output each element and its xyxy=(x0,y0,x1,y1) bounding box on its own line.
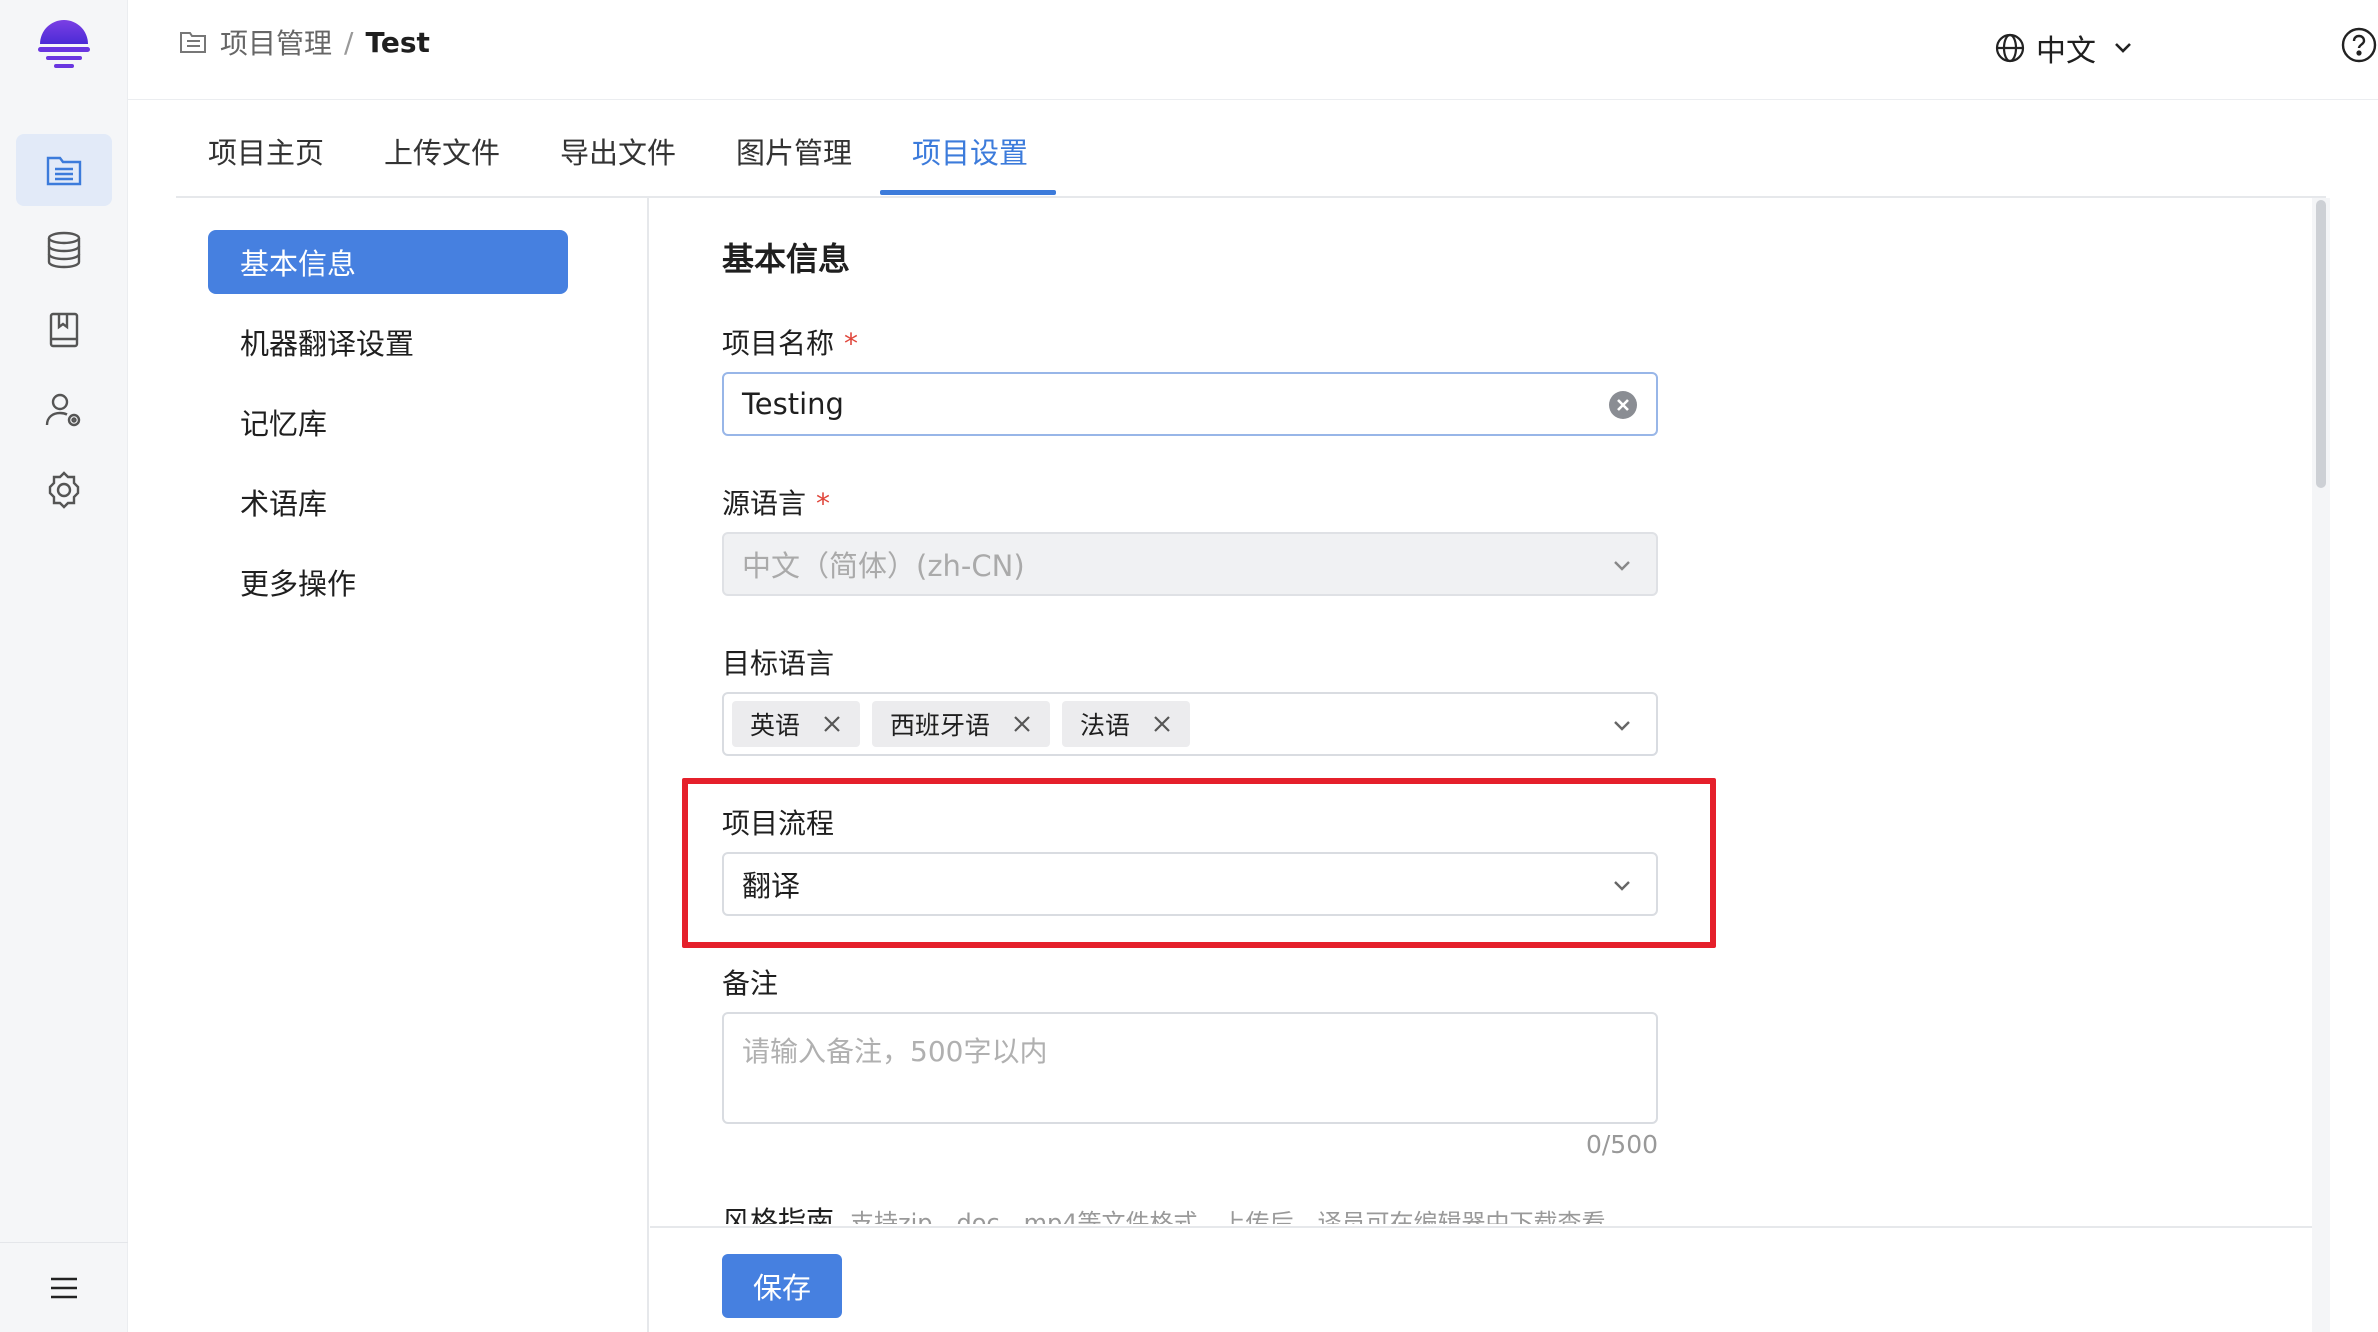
nav-projects[interactable] xyxy=(16,134,112,206)
project-tabs: 项目主页 上传文件 导出文件 图片管理 项目设置 xyxy=(176,100,2326,198)
rail-collapse[interactable] xyxy=(0,1242,128,1332)
project-name-value: Testing xyxy=(742,387,844,421)
tag-label: 英语 xyxy=(750,711,801,740)
left-rail xyxy=(0,0,128,1332)
breadcrumb-separator: / xyxy=(344,25,354,59)
nav-settings[interactable] xyxy=(16,454,112,526)
side-item-more-actions[interactable]: 更多操作 xyxy=(208,550,568,614)
style-guide-hint: 支持zip、doc、mp4等文件格式，上传后，译员可在编辑器中下载查看 xyxy=(850,1209,1606,1224)
source-language-label-text: 源语言 xyxy=(722,487,807,520)
target-language-tag: 法语 xyxy=(1062,701,1191,747)
remarks-textarea[interactable]: 请输入备注，500字以内 xyxy=(722,1012,1658,1124)
close-icon[interactable] xyxy=(1012,714,1032,734)
tab-project-home[interactable]: 项目主页 xyxy=(208,130,324,172)
target-language-label: 目标语言 xyxy=(722,647,835,680)
basic-info-form: 基本信息 项目名称 * Testing 源语言 * 中文（简体）(zh-CN) 目标… xyxy=(650,198,2310,1332)
language-label: 中文 xyxy=(2036,34,2096,69)
side-item-mt-settings[interactable]: 机器翻译设置 xyxy=(208,310,568,374)
language-switcher[interactable]: 中文 xyxy=(1994,26,2136,70)
scrollbar-thumb[interactable] xyxy=(2316,200,2326,488)
nav-termbase[interactable] xyxy=(16,294,112,366)
menu-icon xyxy=(51,1277,77,1298)
settings-side-menu: 基本信息 机器翻译设置 记忆库 术语库 更多操作 xyxy=(176,198,649,1332)
required-mark: * xyxy=(844,327,859,360)
target-language-tag: 西班牙语 xyxy=(872,701,1051,747)
app-logo-icon[interactable] xyxy=(34,16,94,76)
style-guide-row: 风格指南 支持zip、doc、mp4等文件格式，上传后，译员可在编辑器中下载查看 xyxy=(722,1200,1606,1224)
style-guide-label: 风格指南 xyxy=(722,1205,835,1224)
source-language-select: 中文（简体）(zh-CN) xyxy=(722,532,1658,596)
folder-list-icon xyxy=(180,32,206,53)
project-name-label: 项目名称 * xyxy=(722,322,858,362)
close-icon[interactable] xyxy=(822,714,842,734)
side-item-basic-info[interactable]: 基本信息 xyxy=(208,230,568,294)
help-icon[interactable] xyxy=(2340,26,2378,64)
active-tab-indicator xyxy=(880,190,1056,195)
breadcrumb-current: Test xyxy=(365,25,430,59)
source-language-value: 中文（简体）(zh-CN) xyxy=(742,549,1025,583)
side-item-memory[interactable]: 记忆库 xyxy=(208,390,568,454)
breadcrumb: 项目管理 / Test xyxy=(178,22,430,62)
breadcrumb-parent[interactable]: 项目管理 xyxy=(220,22,332,62)
tab-export-files[interactable]: 导出文件 xyxy=(560,130,676,172)
tag-label: 法语 xyxy=(1080,711,1131,740)
nav-user-settings[interactable] xyxy=(16,374,112,446)
side-item-termbase[interactable]: 术语库 xyxy=(208,470,568,534)
target-language-tag: 英语 xyxy=(732,701,861,747)
required-mark: * xyxy=(816,487,831,520)
tab-upload-files[interactable]: 上传文件 xyxy=(384,130,500,172)
form-footer: 保存 xyxy=(650,1226,2312,1332)
close-icon[interactable] xyxy=(1152,714,1172,734)
project-name-input[interactable]: Testing xyxy=(722,372,1658,436)
tab-project-settings[interactable]: 项目设置 xyxy=(912,130,1028,172)
project-name-label-text: 项目名称 xyxy=(722,327,835,360)
chevron-down-icon xyxy=(2115,43,2131,53)
tag-label: 西班牙语 xyxy=(890,711,991,740)
globe-icon xyxy=(1995,33,2025,63)
remarks-label: 备注 xyxy=(722,967,779,1000)
book-icon xyxy=(49,312,79,348)
project-list-icon xyxy=(46,156,82,186)
section-title: 基本信息 xyxy=(722,240,851,278)
save-button[interactable]: 保存 xyxy=(722,1254,842,1318)
tab-image-management[interactable]: 图片管理 xyxy=(736,130,852,172)
top-header: 项目管理 / Test 中文 xyxy=(128,0,2378,100)
source-language-label: 源语言 * xyxy=(722,482,830,522)
gear-icon xyxy=(48,471,80,509)
nav-database[interactable] xyxy=(16,214,112,286)
workflow-highlight-box xyxy=(682,778,1716,948)
remarks-counter: 0/500 xyxy=(1585,1130,1658,1159)
chevron-down-icon xyxy=(1614,561,1630,571)
chevron-down-icon xyxy=(1614,721,1630,731)
database-icon xyxy=(47,231,81,269)
target-language-select[interactable]: 英语 西班牙语 法语 xyxy=(722,692,1658,756)
user-settings-icon xyxy=(45,393,81,427)
clear-icon[interactable] xyxy=(1608,390,1638,420)
